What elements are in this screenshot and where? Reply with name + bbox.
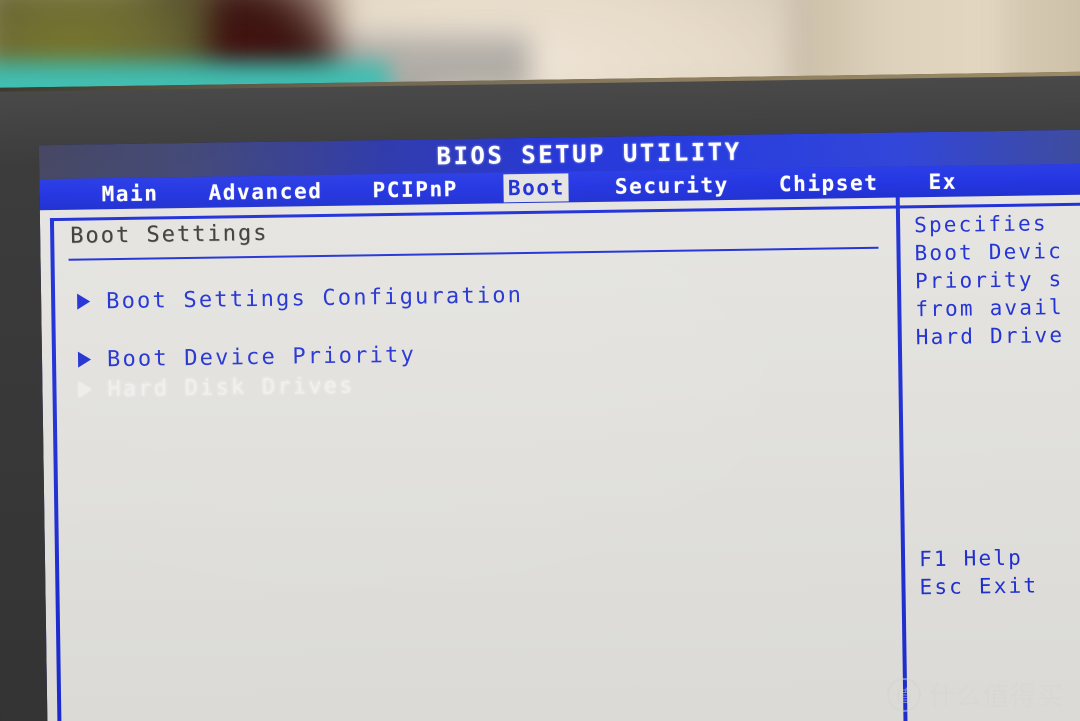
help-text-line: from avail (915, 295, 1064, 322)
triangle-right-icon (78, 381, 92, 398)
help-text-line: Hard Drive (915, 323, 1065, 350)
tab-boot[interactable]: Boot (503, 172, 570, 202)
watermark-badge-icon: 值 (886, 677, 921, 712)
menu-gap-2 (326, 190, 368, 191)
watermark: 值 什么值得买 (886, 676, 1064, 713)
monitor-bezel: BIOS SETUP UTILITY Main Advanced PCIPnP … (0, 71, 1080, 721)
tab-advanced[interactable]: Advanced (204, 176, 326, 206)
menu-gap-1 (163, 192, 205, 193)
menu-gap-4 (569, 186, 611, 187)
key-legend-exit: Esc Exit (919, 573, 1039, 600)
menu-left-spacer (40, 194, 98, 195)
bios-screen: BIOS SETUP UTILITY Main Advanced PCIPnP … (38, 129, 1080, 721)
boot-settings-panel: Boot Settings Boot Settings Configuratio… (68, 211, 907, 408)
tab-pcipnp[interactable]: PCIPnP (368, 174, 462, 203)
help-text-line: Boot Devic (914, 239, 1064, 266)
bios-body: Boot Settings Boot Settings Configuratio… (39, 194, 1080, 721)
list-item-label: Boot Device Priority (106, 342, 417, 372)
triangle-right-icon (77, 351, 92, 368)
photograph-of-bios-screen: BIOS SETUP UTILITY Main Advanced PCIPnP … (0, 0, 1080, 721)
help-text-line: Priority s (914, 267, 1064, 294)
triangle-right-icon (77, 293, 91, 310)
key-legend: F1 Help Esc Exit (919, 543, 1039, 601)
tab-chipset[interactable]: Chipset (775, 168, 883, 198)
menu-gap-6 (883, 182, 925, 183)
watermark-text: 什么值得买 (928, 682, 1064, 712)
key-legend-help: F1 Help (918, 545, 1024, 572)
list-item-label: Boot Settings Configuration (105, 282, 524, 314)
boot-menu-list[interactable]: Boot Settings Configuration Boot Device … (69, 270, 907, 408)
menu-gap-3 (462, 188, 504, 189)
list-item-label: Hard Disk Drives (107, 373, 355, 402)
tab-exit[interactable]: Ex (924, 167, 961, 196)
bezel-left-edge (0, 87, 1, 721)
tab-security[interactable]: Security (611, 170, 733, 200)
tab-main[interactable]: Main (97, 179, 162, 208)
help-text-line: Specifies (913, 211, 1048, 238)
section-divider (68, 246, 879, 261)
page-title: BIOS SETUP UTILITY (436, 137, 742, 171)
help-panel: Specifies Boot Devic Priority s from ava… (914, 208, 1080, 721)
menu-gap-5 (733, 184, 775, 185)
list-item-boot-settings-configuration[interactable]: Boot Settings Configuration (69, 270, 905, 320)
